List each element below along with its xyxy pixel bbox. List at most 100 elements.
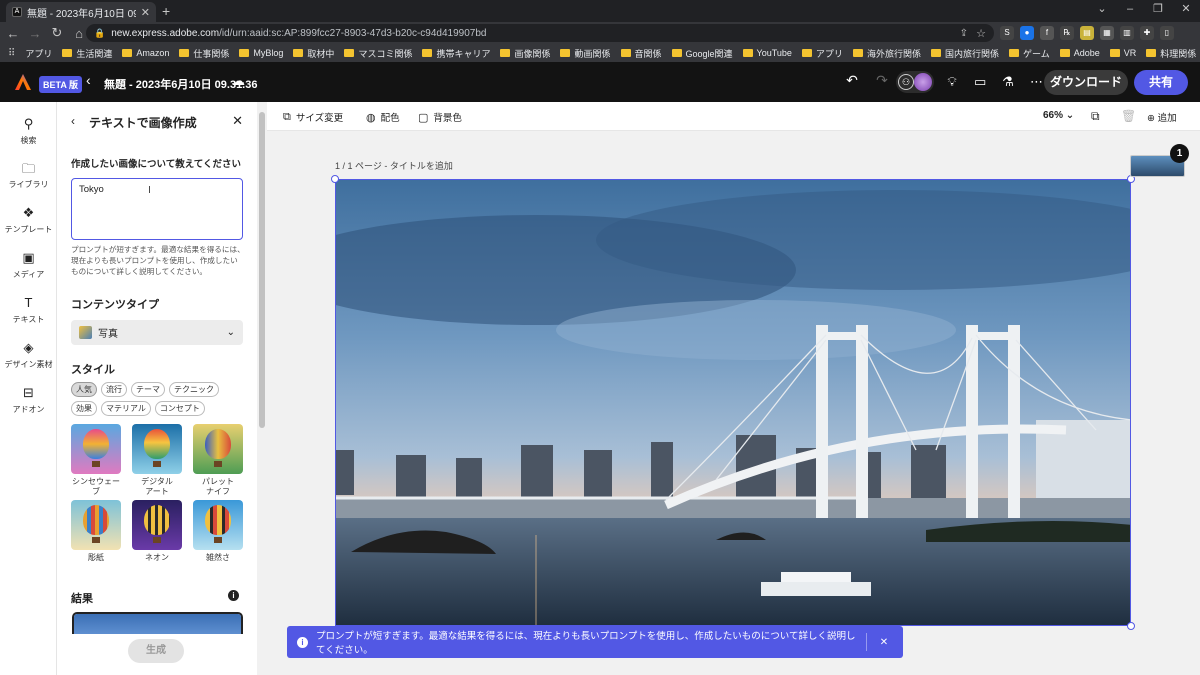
rail-item-media[interactable]: ▣ メディア bbox=[0, 250, 57, 280]
rail-item-library[interactable]: 🗀 ライブラリ bbox=[0, 160, 57, 190]
back-icon[interactable]: ← bbox=[4, 26, 22, 41]
extension-s-icon[interactable]: S bbox=[1000, 26, 1014, 40]
undo-icon[interactable]: ↶ bbox=[844, 72, 860, 89]
extension-facebook-icon[interactable]: f bbox=[1040, 26, 1054, 40]
tab-search-icon[interactable]: ⌄ bbox=[1088, 0, 1116, 22]
apps-grid-icon[interactable]: ⠿ bbox=[8, 48, 15, 59]
rail-item-search[interactable]: ⚲ 検索 bbox=[0, 116, 57, 146]
chip-technique[interactable]: テクニック bbox=[169, 382, 219, 397]
avatar[interactable] bbox=[914, 73, 932, 91]
redo-icon[interactable]: ↷ bbox=[874, 72, 890, 89]
bookmark-item[interactable]: アプリ bbox=[801, 47, 843, 60]
bookmark-item[interactable]: 国内旅行関係 bbox=[930, 47, 999, 60]
bookmark-item[interactable]: 仕事関係 bbox=[179, 47, 229, 60]
browser-tab[interactable]: A 無題 - 2023年6月10日 09.31.36 ✕ bbox=[6, 2, 156, 22]
bookmark-item[interactable]: ゲーム bbox=[1008, 47, 1050, 60]
style-neon[interactable]: ネオン bbox=[132, 500, 182, 563]
maximize-icon[interactable]: ❐ bbox=[1144, 0, 1172, 22]
panel-scrollbar[interactable] bbox=[257, 102, 267, 675]
close-window-icon[interactable]: ✕ bbox=[1172, 0, 1200, 22]
style-thumbnail-image bbox=[132, 500, 182, 551]
new-tab-icon[interactable]: + bbox=[162, 3, 170, 19]
page-title-label[interactable]: 1 / 1 ページ - タイトルを追加 bbox=[335, 159, 453, 172]
bookmark-item[interactable]: 画像関係 bbox=[500, 47, 550, 60]
comment-icon[interactable]: ▭ bbox=[974, 74, 986, 90]
back-chevron-icon[interactable]: ‹ bbox=[86, 72, 91, 88]
rail-item-addons[interactable]: ⊟ アドオン bbox=[0, 385, 57, 415]
content-type-select[interactable]: 写真 ⌄ bbox=[71, 320, 243, 345]
bookmark-item[interactable]: マスコミ関係 bbox=[344, 47, 412, 60]
bookmark-item[interactable]: 取材中 bbox=[293, 47, 334, 60]
side-panel-icon[interactable]: ▯ bbox=[1160, 26, 1174, 40]
bookmark-item[interactable]: 料理関係 bbox=[1146, 47, 1196, 60]
undo-redo-group: ↶ ↷ bbox=[844, 72, 890, 89]
bookmark-item[interactable]: 携帯キャリア bbox=[422, 47, 490, 60]
more-icon[interactable]: ⋯ bbox=[1030, 74, 1043, 90]
url-input[interactable]: 🔒 new.express.adobe.com/id/urn:aaid:sc:A… bbox=[86, 24, 994, 42]
result-thumbnail[interactable] bbox=[72, 612, 243, 634]
chip-material[interactable]: マテリアル bbox=[101, 401, 151, 416]
bookmark-item[interactable]: Google関連 bbox=[671, 47, 733, 60]
style-digital-art[interactable]: デジタル アート bbox=[132, 424, 182, 496]
panel-back-icon[interactable]: ‹ bbox=[71, 114, 75, 128]
generate-button[interactable]: 生成 bbox=[128, 639, 184, 663]
download-button[interactable]: ダウンロード bbox=[1044, 70, 1128, 95]
minimize-icon[interactable]: – bbox=[1116, 0, 1144, 22]
rail-item-design-assets[interactable]: ◈ デザイン素材 bbox=[0, 340, 57, 370]
bookmark-item[interactable]: 海外旅行関係 bbox=[852, 47, 921, 60]
toast-close-icon[interactable]: ✕ bbox=[875, 637, 893, 648]
bookmark-item[interactable]: YouTube bbox=[742, 48, 792, 58]
bookmark-item[interactable]: Amazon bbox=[122, 48, 169, 58]
share-button[interactable]: 共有 bbox=[1134, 70, 1188, 95]
flask-icon[interactable]: ⚗ bbox=[1002, 74, 1014, 90]
chip-trending[interactable]: 流行 bbox=[101, 382, 127, 397]
lightbulb-icon[interactable]: 💡︎ bbox=[946, 74, 958, 90]
forward-icon[interactable]: → bbox=[26, 26, 44, 41]
tab-close-icon[interactable]: ✕ bbox=[141, 6, 150, 19]
resize-button[interactable]: ⧉ サイズ変更 bbox=[283, 110, 343, 125]
lock-icon[interactable]: 🔒 bbox=[94, 28, 105, 39]
chip-popular[interactable]: 人気 bbox=[71, 382, 97, 397]
share-page-icon[interactable]: ⇪ bbox=[960, 28, 968, 39]
style-paper-cut[interactable]: 彫紙 bbox=[71, 500, 121, 563]
bookmark-item[interactable]: MyBlog bbox=[239, 48, 283, 58]
info-icon[interactable]: i bbox=[228, 590, 239, 601]
extension-shield-icon[interactable]: ● bbox=[1020, 26, 1034, 40]
style-synthwave[interactable]: シンセウェーブ bbox=[71, 424, 121, 496]
chip-theme[interactable]: テーマ bbox=[131, 382, 165, 397]
resize-handle-tl[interactable] bbox=[331, 175, 339, 183]
extensions-puzzle-icon[interactable]: ✚ bbox=[1140, 26, 1154, 40]
chip-effect[interactable]: 効果 bbox=[71, 401, 97, 416]
duplicate-page-icon[interactable]: ⧉ bbox=[1091, 109, 1100, 124]
collaborators[interactable]: ⚇ bbox=[896, 71, 934, 93]
bookmark-item[interactable]: アプリ bbox=[25, 47, 52, 60]
style-palette-knife[interactable]: パレット ナイフ bbox=[193, 424, 243, 496]
bookmark-star-icon[interactable]: ☆ bbox=[976, 27, 986, 40]
style-messy[interactable]: 雑然さ bbox=[193, 500, 243, 563]
extension-note-icon[interactable]: ▤ bbox=[1080, 26, 1094, 40]
bookmark-item[interactable]: 音関係 bbox=[620, 47, 662, 60]
generated-image-tokyo-bridge[interactable] bbox=[335, 179, 1131, 626]
extension-image-icon[interactable]: ▦ bbox=[1100, 26, 1114, 40]
bookmark-item[interactable]: 生活関連 bbox=[62, 47, 112, 60]
chip-concept[interactable]: コンセプト bbox=[154, 401, 205, 416]
reload-icon[interactable]: ↻ bbox=[48, 25, 66, 41]
background-color-button[interactable]: ▢ 背景色 bbox=[418, 110, 462, 125]
zoom-select[interactable]: 66% ⌄ bbox=[1043, 110, 1074, 121]
bookmark-item[interactable]: Adobe bbox=[1059, 48, 1100, 58]
rail-item-templates[interactable]: ❖ テンプレート bbox=[0, 205, 57, 235]
extension-rx-icon[interactable]: ℞ bbox=[1060, 26, 1074, 40]
adobe-express-logo-icon[interactable] bbox=[14, 73, 32, 91]
scrollbar-thumb[interactable] bbox=[259, 112, 265, 428]
rail-item-text[interactable]: T テキスト bbox=[0, 295, 57, 325]
extension-sheet-icon[interactable]: ▥ bbox=[1120, 26, 1134, 40]
invite-user-icon[interactable]: ⚇ bbox=[898, 74, 914, 90]
resize-handle-br[interactable] bbox=[1127, 622, 1135, 630]
panel-close-icon[interactable]: ✕ bbox=[232, 113, 243, 129]
delete-page-icon[interactable]: 🗑︎ bbox=[1121, 109, 1136, 123]
color-scheme-button[interactable]: ◍ 配色 bbox=[366, 110, 400, 125]
prompt-input[interactable]: Tokyo bbox=[71, 178, 243, 240]
bookmark-item[interactable]: VR bbox=[1109, 48, 1136, 58]
add-page-button[interactable]: ⊕ 追加 bbox=[1147, 110, 1177, 124]
bookmark-item[interactable]: 動画関係 bbox=[560, 47, 611, 60]
